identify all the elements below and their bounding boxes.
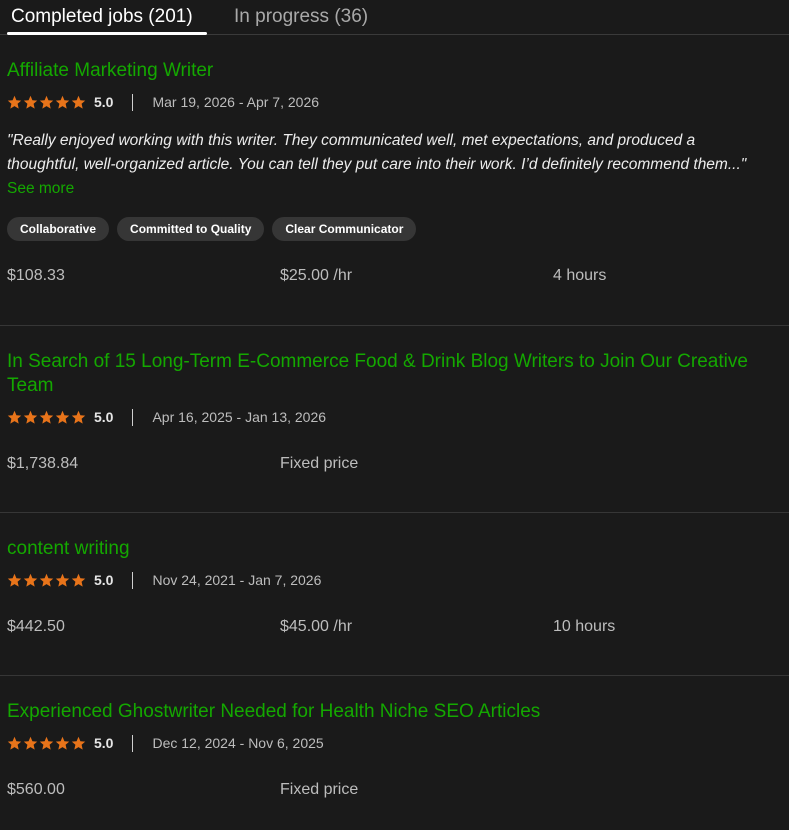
job-earnings: $442.50 — [7, 618, 65, 635]
star-rating — [7, 573, 86, 588]
star-rating — [7, 736, 86, 751]
star-icon — [39, 410, 54, 424]
rating-value: 5.0 — [94, 735, 114, 751]
feedback-tag: Committed to Quality — [117, 217, 265, 241]
feedback-line: thoughtful, well-organized article. You … — [7, 156, 747, 173]
job-earnings: $108.33 — [7, 267, 65, 284]
rating-value: 5.0 — [94, 409, 114, 425]
job-item: Affiliate Marketing Writer 5.0 Mar 19, 2… — [0, 35, 789, 326]
job-title-link[interactable]: content writing — [7, 537, 782, 561]
job-meta: 5.0 Apr 16, 2025 - Jan 13, 2026 — [7, 408, 326, 426]
job-earnings: $560.00 — [7, 781, 65, 798]
star-icon — [39, 95, 54, 109]
job-meta: 5.0 Dec 12, 2024 - Nov 6, 2025 — [7, 734, 324, 752]
job-dates: Dec 12, 2024 - Nov 6, 2025 — [152, 735, 324, 751]
job-dates: Apr 16, 2025 - Jan 13, 2026 — [152, 409, 327, 425]
star-icon — [55, 95, 70, 109]
tab-completed-jobs[interactable]: Completed jobs (201) — [11, 6, 193, 28]
job-hours: 10 hours — [553, 618, 616, 635]
star-icon — [71, 736, 86, 750]
star-rating — [7, 95, 86, 110]
job-rate: $25.00 /hr — [280, 267, 353, 284]
star-rating — [7, 410, 86, 425]
feedback-tags: Collaborative Committed to Quality Clear… — [7, 217, 417, 241]
star-icon — [39, 573, 54, 587]
job-title-link[interactable]: Experienced Ghostwriter Needed for Healt… — [7, 700, 782, 724]
star-icon — [7, 736, 22, 750]
job-history-tabs: Completed jobs (201) In progress (36) — [0, 0, 789, 35]
job-earnings: $1,738.84 — [7, 455, 79, 472]
job-dates: Mar 19, 2026 - Apr 7, 2026 — [152, 94, 320, 110]
star-icon — [55, 410, 70, 424]
star-icon — [71, 410, 86, 424]
job-hours: 4 hours — [553, 267, 607, 284]
star-icon — [7, 573, 22, 587]
star-icon — [71, 573, 86, 587]
star-icon — [55, 736, 70, 750]
feedback-line: "Really enjoyed working with this writer… — [7, 132, 696, 149]
job-rate: Fixed price — [280, 455, 359, 472]
star-icon — [39, 736, 54, 750]
tab-in-progress[interactable]: In progress (36) — [234, 6, 368, 28]
feedback-tag: Collaborative — [7, 217, 110, 241]
job-title-link[interactable]: In Search of 15 Long-Term E-Commerce Foo… — [7, 350, 782, 398]
see-more-link[interactable]: See more — [7, 177, 74, 201]
job-rate: Fixed price — [280, 781, 359, 798]
star-icon — [55, 573, 70, 587]
job-item: content writing 5.0 Nov 24, 2021 - Jan 7… — [0, 513, 789, 676]
job-meta: 5.0 Nov 24, 2021 - Jan 7, 2026 — [7, 571, 321, 589]
meta-separator — [132, 571, 134, 589]
star-icon — [23, 410, 38, 424]
job-item: Experienced Ghostwriter Needed for Healt… — [0, 676, 789, 830]
feedback-tag: Clear Communicator — [272, 217, 417, 241]
job-title-link[interactable]: Affiliate Marketing Writer — [7, 59, 782, 83]
star-icon — [23, 95, 38, 109]
meta-separator — [132, 734, 134, 752]
star-icon — [71, 95, 86, 109]
star-icon — [23, 573, 38, 587]
client-feedback: "Really enjoyed working with this writer… — [7, 129, 782, 177]
job-rate: $45.00 /hr — [280, 618, 353, 635]
star-icon — [7, 95, 22, 109]
job-meta: 5.0 Mar 19, 2026 - Apr 7, 2026 — [7, 93, 319, 111]
rating-value: 5.0 — [94, 572, 114, 588]
job-dates: Nov 24, 2021 - Jan 7, 2026 — [152, 572, 322, 588]
meta-separator — [132, 93, 134, 111]
meta-separator — [132, 408, 134, 426]
rating-value: 5.0 — [94, 94, 114, 110]
job-item: In Search of 15 Long-Term E-Commerce Foo… — [0, 326, 789, 513]
star-icon — [23, 736, 38, 750]
star-icon — [7, 410, 22, 424]
